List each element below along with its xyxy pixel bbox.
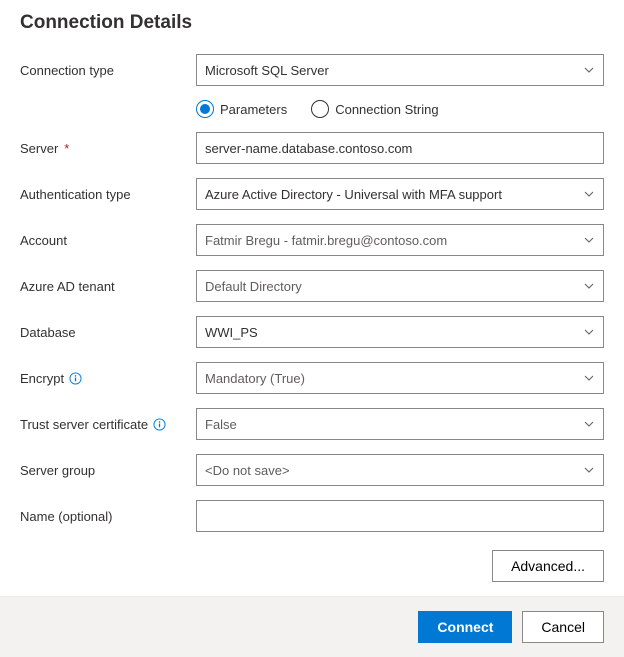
chevron-down-icon (583, 280, 595, 292)
database-value: WWI_PS (205, 325, 258, 340)
name-optional-label: Name (optional) (20, 509, 196, 524)
connection-type-select[interactable]: Microsoft SQL Server (196, 54, 604, 86)
connection-type-label: Connection type (20, 63, 196, 78)
account-value: Fatmir Bregu - fatmir.bregu@contoso.com (205, 233, 447, 248)
name-optional-input[interactable] (196, 500, 604, 532)
connection-string-radio[interactable]: Connection String (311, 100, 438, 118)
advanced-button[interactable]: Advanced... (492, 550, 604, 582)
parameters-radio-label: Parameters (220, 102, 287, 117)
chevron-down-icon (583, 64, 595, 76)
connection-type-value: Microsoft SQL Server (205, 63, 329, 78)
info-icon[interactable] (152, 417, 166, 431)
dialog-title: Connection Details (20, 12, 604, 34)
trust-cert-select[interactable]: False (196, 408, 604, 440)
chevron-down-icon (583, 372, 595, 384)
cancel-button[interactable]: Cancel (522, 611, 604, 643)
encrypt-label: Encrypt (20, 371, 64, 386)
connection-string-radio-label: Connection String (335, 102, 438, 117)
server-group-value: <Do not save> (205, 463, 290, 478)
connect-button[interactable]: Connect (418, 611, 512, 643)
required-asterisk: * (64, 141, 69, 156)
chevron-down-icon (583, 234, 595, 246)
database-select[interactable]: WWI_PS (196, 316, 604, 348)
encrypt-select[interactable]: Mandatory (True) (196, 362, 604, 394)
account-select[interactable]: Fatmir Bregu - fatmir.bregu@contoso.com (196, 224, 604, 256)
server-input[interactable] (196, 132, 604, 164)
auth-type-value: Azure Active Directory - Universal with … (205, 187, 502, 202)
encrypt-value: Mandatory (True) (205, 371, 305, 386)
server-group-select[interactable]: <Do not save> (196, 454, 604, 486)
server-label: Server (20, 141, 58, 156)
chevron-down-icon (583, 418, 595, 430)
chevron-down-icon (583, 464, 595, 476)
tenant-value: Default Directory (205, 279, 302, 294)
account-label: Account (20, 233, 196, 248)
info-icon[interactable] (68, 371, 82, 385)
chevron-down-icon (583, 326, 595, 338)
trust-cert-label: Trust server certificate (20, 417, 148, 432)
chevron-down-icon (583, 188, 595, 200)
server-group-label: Server group (20, 463, 196, 478)
database-label: Database (20, 325, 196, 340)
dialog-footer: Connect Cancel (0, 596, 624, 657)
tenant-select[interactable]: Default Directory (196, 270, 604, 302)
parameters-radio[interactable]: Parameters (196, 100, 287, 118)
radio-selected-icon (196, 100, 214, 118)
auth-type-select[interactable]: Azure Active Directory - Universal with … (196, 178, 604, 210)
trust-cert-value: False (205, 417, 237, 432)
auth-type-label: Authentication type (20, 187, 196, 202)
input-mode-radio-group: Parameters Connection String (196, 100, 604, 118)
tenant-label: Azure AD tenant (20, 279, 196, 294)
radio-unselected-icon (311, 100, 329, 118)
